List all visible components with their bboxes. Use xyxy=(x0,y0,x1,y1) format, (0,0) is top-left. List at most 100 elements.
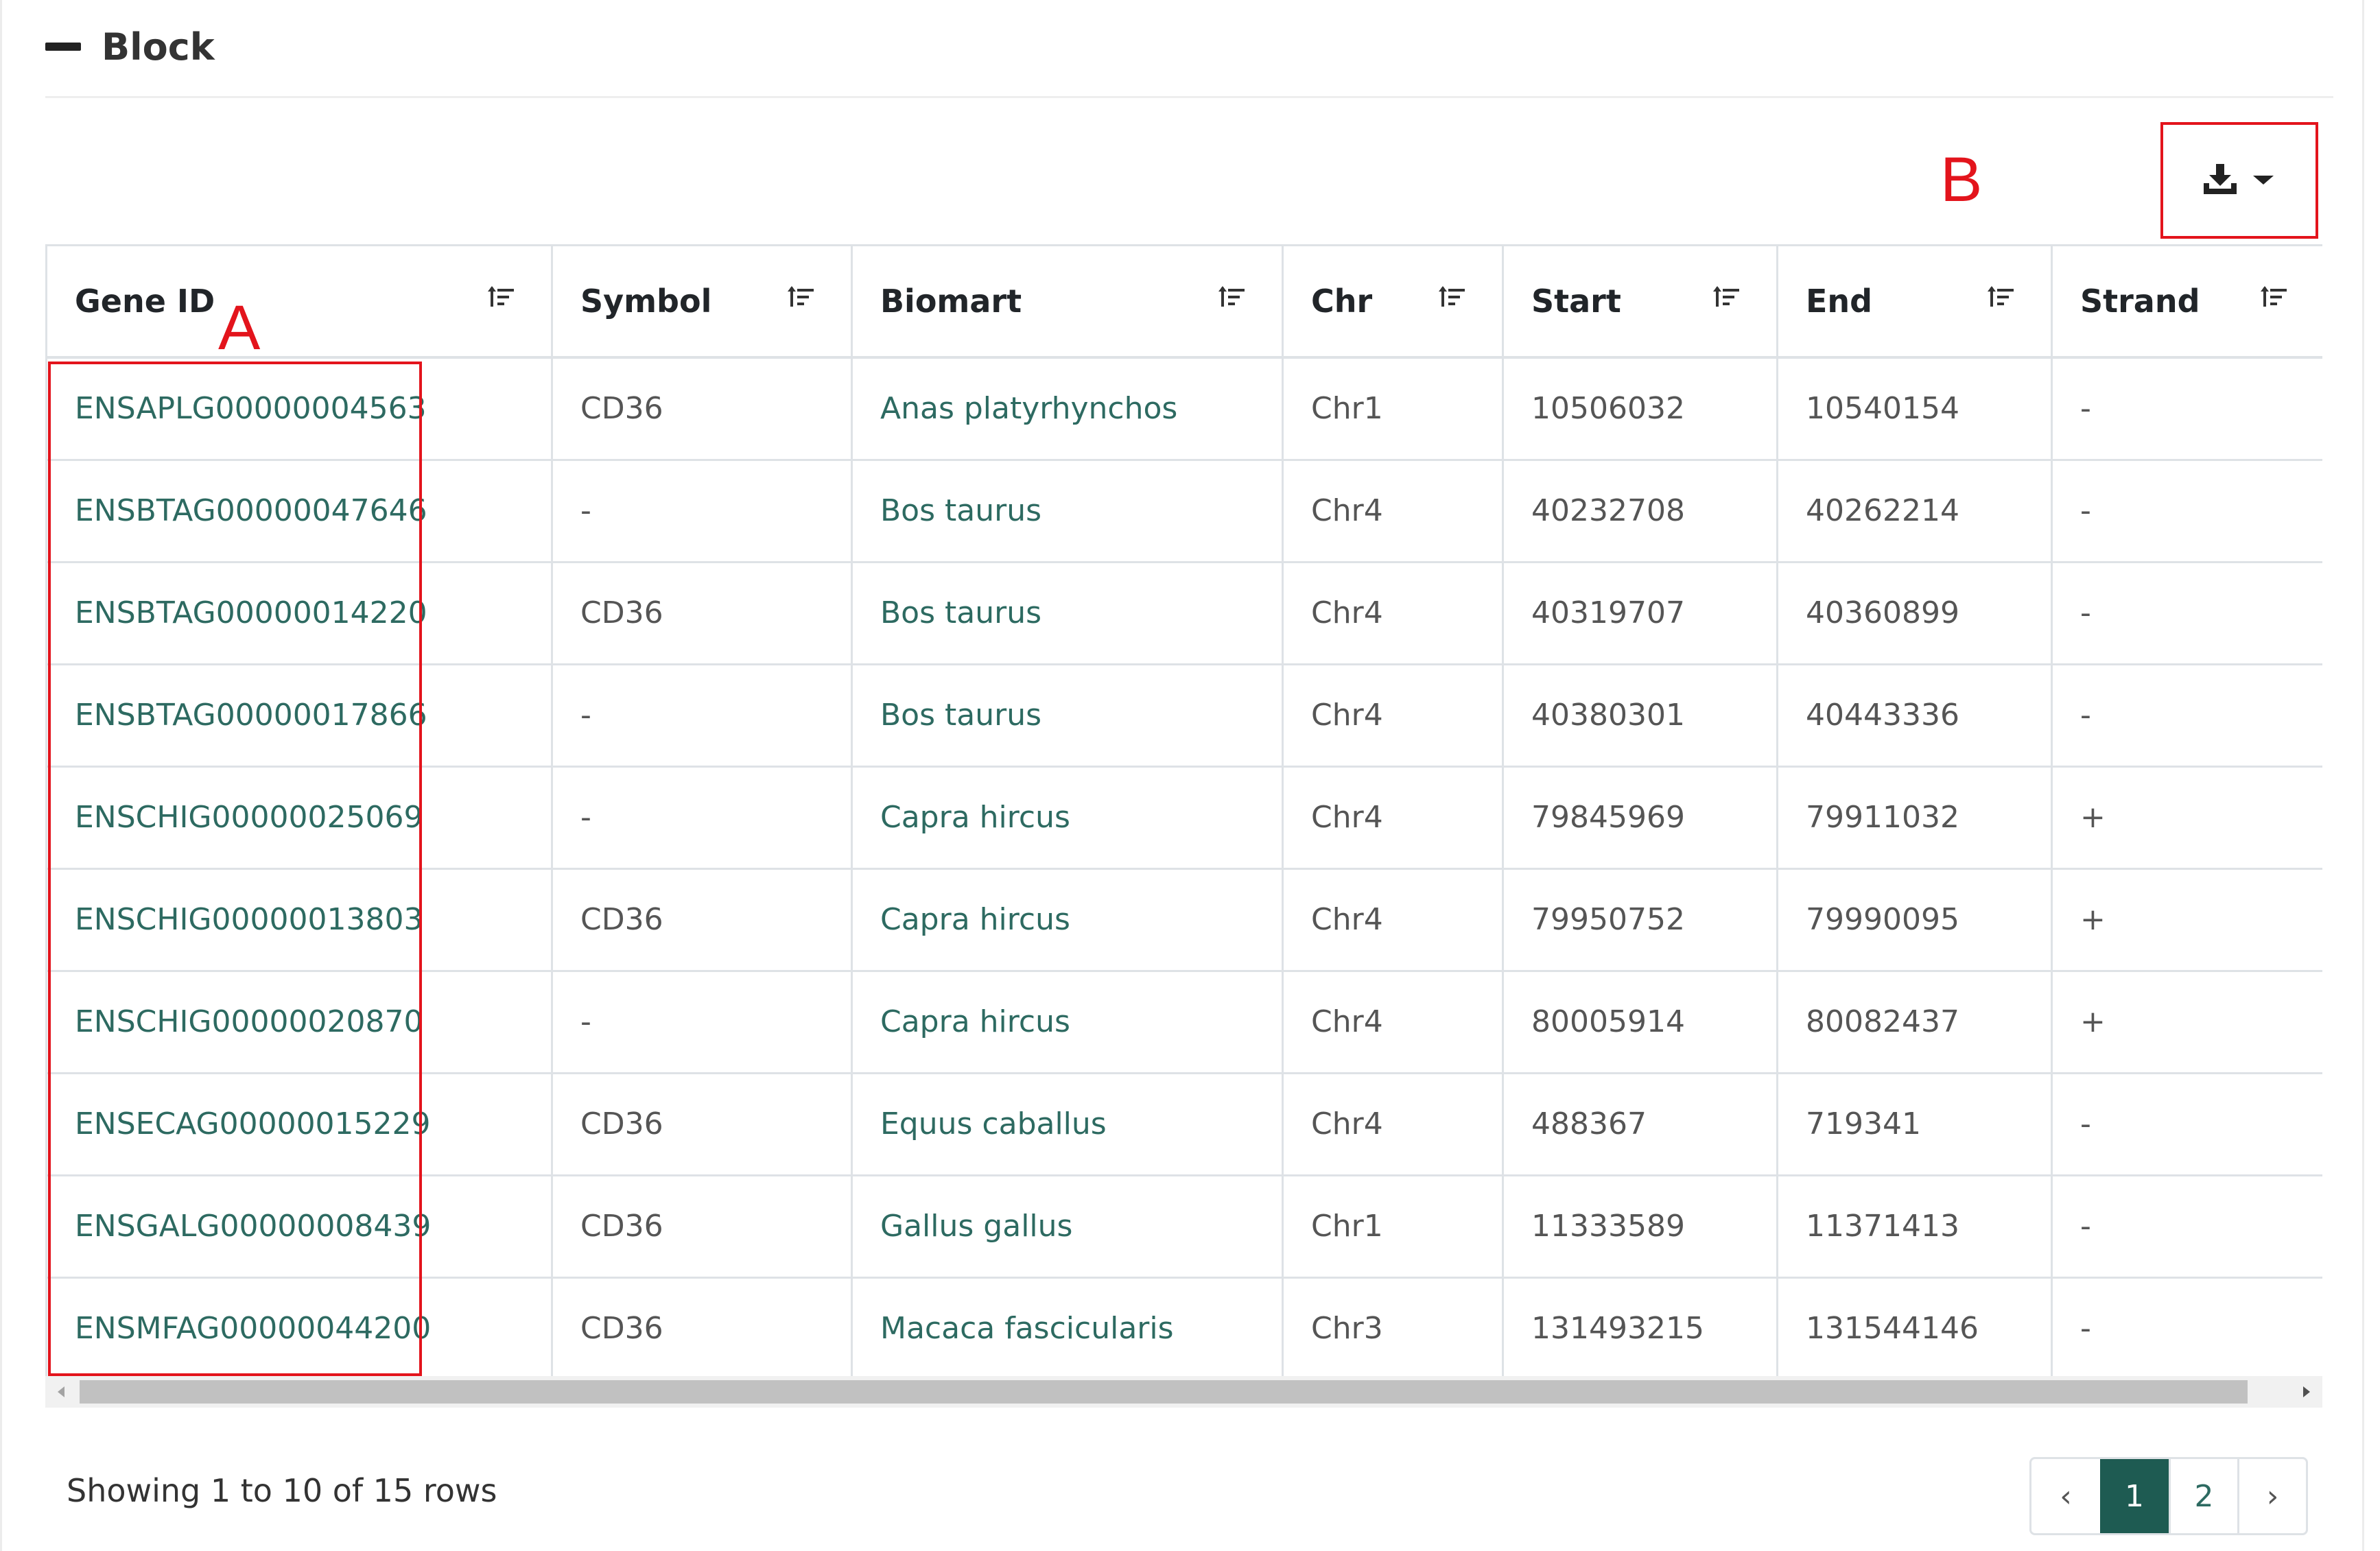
table-cell: - xyxy=(2051,357,2322,461)
page-prev-button[interactable]: ‹ xyxy=(2031,1459,2100,1533)
table-cell: - xyxy=(551,460,852,563)
table-cell: 10506032 xyxy=(1502,357,1778,461)
export-button[interactable] xyxy=(2171,126,2305,233)
header-divider xyxy=(45,96,2333,98)
sort-icon[interactable] xyxy=(1713,285,1741,309)
table-cell: Chr4 xyxy=(1282,766,1503,870)
table-cell: 488367 xyxy=(1502,1073,1778,1176)
table-cell: CD36 xyxy=(551,868,852,972)
table-cell: 79911032 xyxy=(1776,766,2052,870)
sort-icon[interactable] xyxy=(1988,285,2015,309)
sort-icon[interactable] xyxy=(1218,285,1246,309)
table-cell: 131544146 xyxy=(1776,1277,2052,1378)
sort-icon[interactable] xyxy=(2260,285,2288,309)
column-header-label: Biomart xyxy=(880,283,1022,320)
table-cell: Chr1 xyxy=(1282,357,1503,461)
column-header[interactable]: Biomart xyxy=(851,246,1283,359)
scroll-right-icon[interactable] xyxy=(2291,1376,2322,1408)
table-cell: - xyxy=(2051,664,2322,768)
page-2-button[interactable]: 2 xyxy=(2169,1459,2237,1533)
table-cell: 11333589 xyxy=(1502,1175,1778,1279)
column-header-label: Symbol xyxy=(580,283,712,320)
table-cell: - xyxy=(551,971,852,1074)
column-header-label: Strand xyxy=(2080,283,2200,320)
table-cell: 10540154 xyxy=(1776,357,2052,461)
table-cell: CD36 xyxy=(551,1073,852,1176)
table-cell: Chr4 xyxy=(1282,971,1503,1074)
table-header-row: Gene ID Symbol Biomart Chr Start End Strand xyxy=(45,246,2322,359)
page-1-button[interactable]: 1 xyxy=(2100,1459,2169,1533)
table-cell: 719341 xyxy=(1776,1073,2052,1176)
table-cell: Chr4 xyxy=(1282,562,1503,665)
table-cell: - xyxy=(551,766,852,870)
table-cell: 40319707 xyxy=(1502,562,1778,665)
table-cell: Chr3 xyxy=(1282,1277,1503,1378)
minus-icon[interactable] xyxy=(45,43,81,51)
table-cell: 40380301 xyxy=(1502,664,1778,768)
table-cell: 131493215 xyxy=(1502,1277,1778,1378)
table-cell: + xyxy=(2051,868,2322,972)
table-cell: - xyxy=(2051,1175,2322,1279)
table-cell: Chr4 xyxy=(1282,868,1503,972)
scroll-left-icon[interactable] xyxy=(45,1376,77,1408)
chevron-down-icon xyxy=(2253,176,2274,185)
sort-icon[interactable] xyxy=(488,285,515,309)
biomart-cell[interactable]: Gallus gallus xyxy=(851,1175,1283,1279)
table-cell: 40360899 xyxy=(1776,562,2052,665)
pagination-info: Showing 1 to 10 of 15 rows xyxy=(67,1472,497,1509)
table-cell: - xyxy=(551,664,852,768)
biomart-cell[interactable]: Equus caballus xyxy=(851,1073,1283,1176)
table-cell: Chr4 xyxy=(1282,460,1503,563)
page-next-button[interactable]: › xyxy=(2237,1459,2306,1533)
biomart-cell[interactable]: Anas platyrhynchos xyxy=(851,357,1283,461)
panel-header[interactable]: Block xyxy=(45,19,215,74)
table-cell: 40443336 xyxy=(1776,664,2052,768)
table-cell: CD36 xyxy=(551,562,852,665)
annotation-letter-a: A xyxy=(218,293,261,363)
table-cell: 40232708 xyxy=(1502,460,1778,563)
pagination: ‹ 1 2 › xyxy=(2029,1457,2308,1535)
column-header[interactable]: End xyxy=(1776,246,2052,359)
column-header[interactable]: Strand xyxy=(2051,246,2322,359)
column-header-label: Chr xyxy=(1311,283,1373,320)
annotation-letter-b: B xyxy=(1940,145,1983,215)
table-cell: - xyxy=(2051,562,2322,665)
table-cell: 40262214 xyxy=(1776,460,2052,563)
table-cell: 79990095 xyxy=(1776,868,2052,972)
column-header[interactable]: Gene ID xyxy=(45,246,552,359)
panel-title: Block xyxy=(102,25,215,69)
biomart-cell[interactable]: Capra hircus xyxy=(851,766,1283,870)
biomart-cell[interactable]: Capra hircus xyxy=(851,971,1283,1074)
table-cell: 11371413 xyxy=(1776,1175,2052,1279)
table-cell: 80082437 xyxy=(1776,971,2052,1074)
scrollbar-thumb[interactable] xyxy=(80,1380,2248,1404)
table-cell: CD36 xyxy=(551,357,852,461)
sort-icon[interactable] xyxy=(1439,285,1466,309)
table-cell: CD36 xyxy=(551,1175,852,1279)
column-header-label: End xyxy=(1806,283,1873,320)
table-cell: Chr4 xyxy=(1282,664,1503,768)
column-header[interactable]: Symbol xyxy=(551,246,852,359)
column-header-label: Start xyxy=(1531,283,1621,320)
table-cell: + xyxy=(2051,766,2322,870)
column-header-label: Gene ID xyxy=(75,283,215,320)
table-cell: 79845969 xyxy=(1502,766,1778,870)
sort-icon[interactable] xyxy=(788,285,815,309)
horizontal-scrollbar[interactable] xyxy=(45,1376,2322,1408)
biomart-cell[interactable]: Bos taurus xyxy=(851,562,1283,665)
download-icon xyxy=(2204,164,2237,194)
table-cell: - xyxy=(2051,1277,2322,1378)
table-cell: 80005914 xyxy=(1502,971,1778,1074)
biomart-cell[interactable]: Macaca fascicularis xyxy=(851,1277,1283,1378)
table-cell: Chr4 xyxy=(1282,1073,1503,1176)
annotation-box-a xyxy=(48,362,422,1376)
table-cell: + xyxy=(2051,971,2322,1074)
biomart-cell[interactable]: Bos taurus xyxy=(851,664,1283,768)
table-cell: Chr1 xyxy=(1282,1175,1503,1279)
column-header[interactable]: Chr xyxy=(1282,246,1503,359)
biomart-cell[interactable]: Capra hircus xyxy=(851,868,1283,972)
biomart-cell[interactable]: Bos taurus xyxy=(851,460,1283,563)
table-cell: - xyxy=(2051,460,2322,563)
column-header[interactable]: Start xyxy=(1502,246,1778,359)
table-cell: CD36 xyxy=(551,1277,852,1378)
